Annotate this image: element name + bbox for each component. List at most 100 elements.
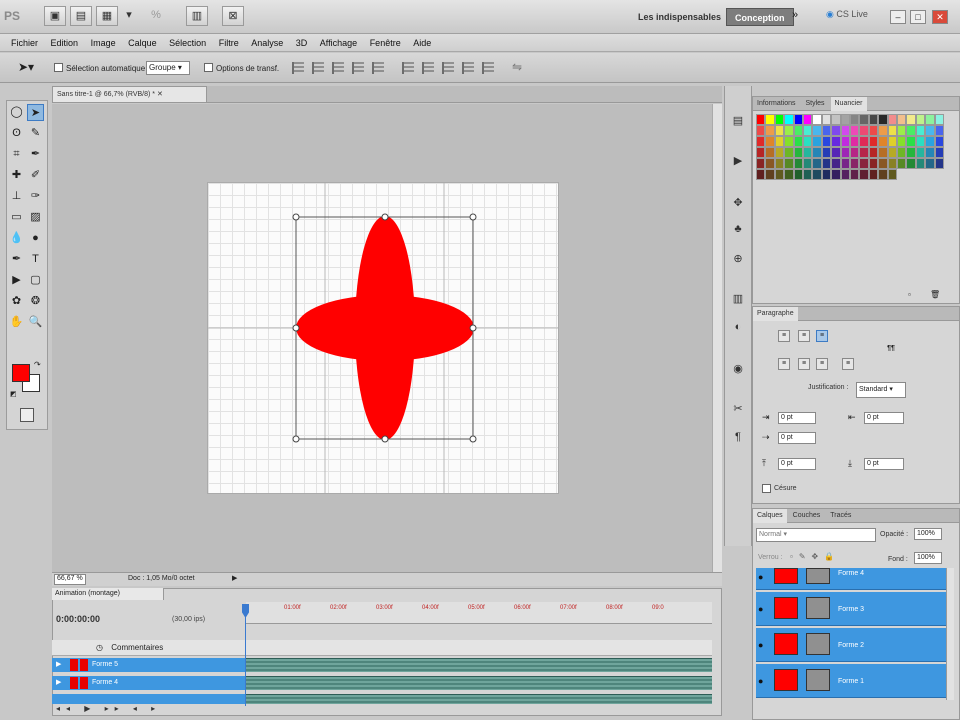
justify-last-center-icon[interactable]: ≡ bbox=[798, 358, 810, 370]
clone-source-panel-icon[interactable]: ♣ bbox=[728, 220, 748, 238]
navigator-panel-icon[interactable]: ✥ bbox=[728, 194, 748, 212]
color-swatch[interactable] bbox=[878, 114, 888, 125]
color-swatch[interactable] bbox=[765, 125, 775, 136]
eraser-tool-icon[interactable]: ▭ bbox=[8, 209, 25, 226]
align-bottom-icon[interactable] bbox=[332, 62, 344, 74]
playback-controls[interactable]: ◂◂ ▶ ▸▸ ◂ ▸ bbox=[56, 704, 161, 713]
eyedropper-tool-icon[interactable]: ✒ bbox=[27, 146, 44, 163]
move-tool-preset-icon[interactable]: ➤▾ bbox=[18, 60, 34, 74]
color-swatch[interactable] bbox=[925, 169, 935, 180]
color-swatch[interactable] bbox=[849, 125, 860, 136]
distribute-vcenter-icon[interactable] bbox=[422, 62, 434, 74]
align-right-text-icon[interactable]: ≡ bbox=[816, 330, 828, 342]
color-swatch[interactable] bbox=[859, 136, 869, 147]
expand-arrow-icon[interactable]: ▶ bbox=[56, 676, 61, 690]
color-swatch[interactable] bbox=[906, 158, 916, 169]
color-swatch[interactable] bbox=[849, 136, 860, 147]
color-swatch[interactable] bbox=[887, 125, 897, 136]
new-swatch-icon[interactable]: ▫ bbox=[908, 290, 911, 299]
color-swatch[interactable] bbox=[925, 158, 935, 169]
current-time[interactable]: 0:00:00:00 bbox=[56, 614, 100, 624]
color-swatch[interactable] bbox=[934, 169, 944, 180]
align-center-text-icon[interactable]: ≡ bbox=[798, 330, 810, 342]
layer-name[interactable]: Forme 3 bbox=[838, 606, 864, 613]
color-swatch[interactable] bbox=[925, 136, 935, 147]
tab-paragraph[interactable]: Paragraphe bbox=[753, 307, 798, 321]
color-swatch[interactable] bbox=[859, 169, 869, 180]
path-selection-tool-icon[interactable]: ▶ bbox=[8, 272, 25, 289]
tab-info[interactable]: Informations bbox=[753, 97, 800, 111]
indent-left-field[interactable]: 0 pt bbox=[778, 412, 816, 424]
color-swatch[interactable] bbox=[859, 125, 869, 136]
healing-brush-tool-icon[interactable]: ✚ bbox=[8, 167, 25, 184]
auto-select-dropdown[interactable]: Groupe ▾ bbox=[146, 61, 190, 75]
color-swatch[interactable] bbox=[934, 136, 944, 147]
color-swatch[interactable] bbox=[859, 114, 869, 125]
color-swatch[interactable] bbox=[784, 125, 794, 136]
shape-overlay[interactable] bbox=[208, 183, 558, 493]
color-swatch[interactable] bbox=[802, 158, 813, 169]
color-swatch[interactable] bbox=[774, 169, 785, 180]
color-swatch[interactable] bbox=[840, 136, 850, 147]
color-swatch[interactable] bbox=[925, 114, 935, 125]
color-swatch[interactable] bbox=[868, 169, 879, 180]
menu-window[interactable]: Fenêtre bbox=[365, 34, 406, 52]
color-swatch[interactable] bbox=[878, 147, 888, 158]
delete-swatch-icon[interactable]: 🗑 bbox=[930, 290, 940, 299]
tab-layers[interactable]: Calques bbox=[753, 509, 787, 523]
screen-mode-icon[interactable]: ⊠ bbox=[222, 6, 244, 26]
hyphenation-checkbox[interactable] bbox=[762, 484, 771, 493]
color-swatch[interactable] bbox=[915, 147, 926, 158]
history-brush-tool-icon[interactable]: ✑ bbox=[27, 188, 44, 205]
canvas-scrollbar[interactable] bbox=[712, 104, 722, 572]
color-swatch[interactable] bbox=[906, 125, 916, 136]
color-swatch[interactable] bbox=[840, 169, 850, 180]
timeline-track[interactable] bbox=[246, 676, 712, 690]
color-swatch[interactable] bbox=[934, 147, 944, 158]
gradient-tool-icon[interactable]: ▨ bbox=[27, 209, 44, 226]
color-swatch[interactable] bbox=[793, 147, 803, 158]
justify-last-left-icon[interactable]: ≡ bbox=[778, 358, 790, 370]
menu-3d[interactable]: 3D bbox=[291, 34, 313, 52]
color-swatch[interactable] bbox=[774, 114, 785, 125]
color-swatch[interactable] bbox=[896, 158, 907, 169]
space-before-field[interactable]: 0 pt bbox=[778, 458, 816, 470]
color-swatch[interactable] bbox=[831, 169, 841, 180]
minimize-button[interactable]: – bbox=[890, 10, 906, 24]
color-swatch[interactable] bbox=[821, 147, 832, 158]
3d-orbit-tool-icon[interactable]: ❂ bbox=[27, 293, 44, 310]
workspace-design-button[interactable]: Conception bbox=[726, 8, 794, 26]
masks-panel-icon[interactable]: ◐ bbox=[728, 318, 748, 336]
move-tool-icon[interactable]: ➤ bbox=[27, 104, 44, 121]
color-swatch[interactable] bbox=[925, 147, 935, 158]
space-after-field[interactable]: 0 pt bbox=[864, 458, 904, 470]
maximize-button[interactable]: □ bbox=[910, 10, 926, 24]
color-swatch[interactable] bbox=[906, 147, 916, 158]
color-swatch[interactable] bbox=[906, 169, 916, 180]
comments-row[interactable]: ◷ Commentaires bbox=[52, 640, 712, 656]
justification-dropdown[interactable]: Standard ▾ bbox=[856, 382, 906, 398]
align-vcenter-icon[interactable] bbox=[312, 62, 324, 74]
color-swatch[interactable] bbox=[915, 136, 926, 147]
color-swatch[interactable] bbox=[793, 136, 803, 147]
color-swatch[interactable] bbox=[765, 147, 775, 158]
marquee-tool-icon[interactable]: ◯ bbox=[8, 104, 25, 121]
color-swatch[interactable] bbox=[849, 169, 860, 180]
auto-align-icon[interactable]: ⇋ bbox=[512, 60, 522, 74]
color-swatch[interactable] bbox=[868, 136, 879, 147]
color-swatch[interactable] bbox=[812, 147, 822, 158]
color-swatch[interactable] bbox=[868, 114, 879, 125]
color-swatch[interactable] bbox=[831, 114, 841, 125]
color-swatch[interactable] bbox=[793, 114, 803, 125]
distribute-left-icon[interactable] bbox=[462, 62, 474, 74]
color-swatch[interactable] bbox=[756, 125, 766, 136]
color-swatch[interactable] bbox=[887, 169, 897, 180]
color-swatch[interactable] bbox=[849, 147, 860, 158]
color-swatch[interactable] bbox=[849, 114, 860, 125]
fill-field[interactable]: 100% bbox=[914, 552, 942, 564]
clone-stamp-tool-icon[interactable]: ⊥ bbox=[8, 188, 25, 205]
color-swatch[interactable] bbox=[812, 114, 822, 125]
color-swatch[interactable] bbox=[878, 136, 888, 147]
brush-tool-icon[interactable]: ✐ bbox=[27, 167, 44, 184]
color-swatch[interactable] bbox=[896, 114, 907, 125]
